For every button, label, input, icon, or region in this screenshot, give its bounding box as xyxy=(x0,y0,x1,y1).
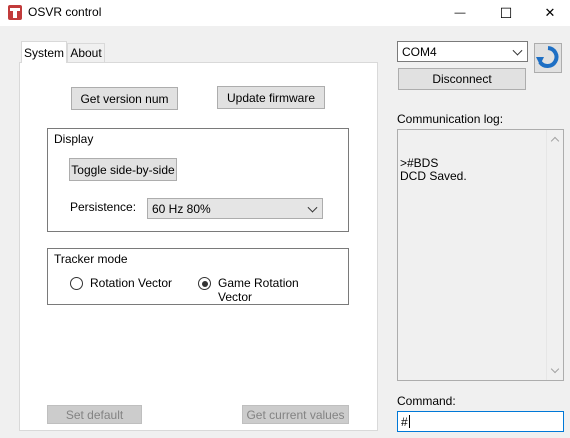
command-input[interactable]: # xyxy=(397,411,564,432)
persistence-label: Persistence: xyxy=(70,200,137,214)
radio-game-rotation-vector-circle xyxy=(198,277,211,290)
toggle-side-by-side-button[interactable]: Toggle side-by-side xyxy=(69,158,177,181)
refresh-button[interactable] xyxy=(534,43,562,73)
radio-rotation-vector-circle xyxy=(70,277,83,290)
tab-system[interactable]: System xyxy=(21,41,67,63)
scroll-up-icon[interactable] xyxy=(550,136,560,146)
command-value: # xyxy=(401,414,408,429)
chevron-down-icon xyxy=(307,202,318,213)
radio-rotation-vector-label: Rotation Vector xyxy=(90,276,173,290)
close-icon: ✕ xyxy=(544,5,556,20)
disconnect-label: Disconnect xyxy=(432,72,492,86)
disconnect-button[interactable]: Disconnect xyxy=(398,68,526,90)
close-button[interactable]: ✕ xyxy=(527,0,570,26)
tab-page-system xyxy=(19,62,378,431)
maximize-icon: ☐ xyxy=(499,4,513,21)
maximize-button[interactable]: ☐ xyxy=(483,0,529,26)
get-current-values-button[interactable]: Get current values xyxy=(242,405,349,424)
log-scrollbar[interactable] xyxy=(546,130,563,380)
update-firmware-label: Update firmware xyxy=(226,90,316,105)
title-bar: OSVR control — ☐ ✕ xyxy=(0,0,570,26)
osvr-logo-icon xyxy=(8,5,22,20)
communication-log-label: Communication log: xyxy=(397,112,504,126)
window-title: OSVR control xyxy=(28,5,102,19)
minimize-icon: — xyxy=(454,7,466,19)
port-value: COM4 xyxy=(402,44,437,59)
tab-about[interactable]: About xyxy=(67,43,105,63)
persistence-select[interactable]: 60 Hz 80% xyxy=(147,198,323,219)
get-version-label: Get version num xyxy=(80,91,169,106)
radio-game-rotation-vector[interactable]: Game Rotation Vector xyxy=(198,276,328,304)
tab-about-label: About xyxy=(70,46,102,60)
display-group-label: Display xyxy=(52,132,96,146)
minimize-button[interactable]: — xyxy=(437,0,483,26)
text-cursor xyxy=(408,415,410,428)
set-default-button[interactable]: Set default xyxy=(47,405,142,424)
chevron-down-icon xyxy=(512,45,523,56)
tab-system-label: System xyxy=(23,45,64,60)
command-label: Command: xyxy=(397,394,456,408)
communication-log[interactable]: >#BDS DCD Saved. xyxy=(397,129,564,381)
radio-rotation-vector[interactable]: Rotation Vector xyxy=(70,276,180,292)
toggle-side-by-side-label: Toggle side-by-side xyxy=(71,162,175,177)
tracker-mode-group-label: Tracker mode xyxy=(52,252,130,266)
scroll-down-icon[interactable] xyxy=(550,364,560,374)
get-version-button[interactable]: Get version num xyxy=(71,87,178,110)
port-select[interactable]: COM4 xyxy=(397,41,528,62)
refresh-icon xyxy=(536,46,559,68)
radio-game-rotation-vector-label: Game Rotation Vector xyxy=(218,276,299,304)
log-text: >#BDS DCD Saved. xyxy=(400,156,467,183)
persistence-value: 60 Hz 80% xyxy=(152,201,211,216)
update-firmware-button[interactable]: Update firmware xyxy=(217,86,325,109)
get-current-values-label: Get current values xyxy=(246,407,345,422)
set-default-label: Set default xyxy=(65,407,124,422)
